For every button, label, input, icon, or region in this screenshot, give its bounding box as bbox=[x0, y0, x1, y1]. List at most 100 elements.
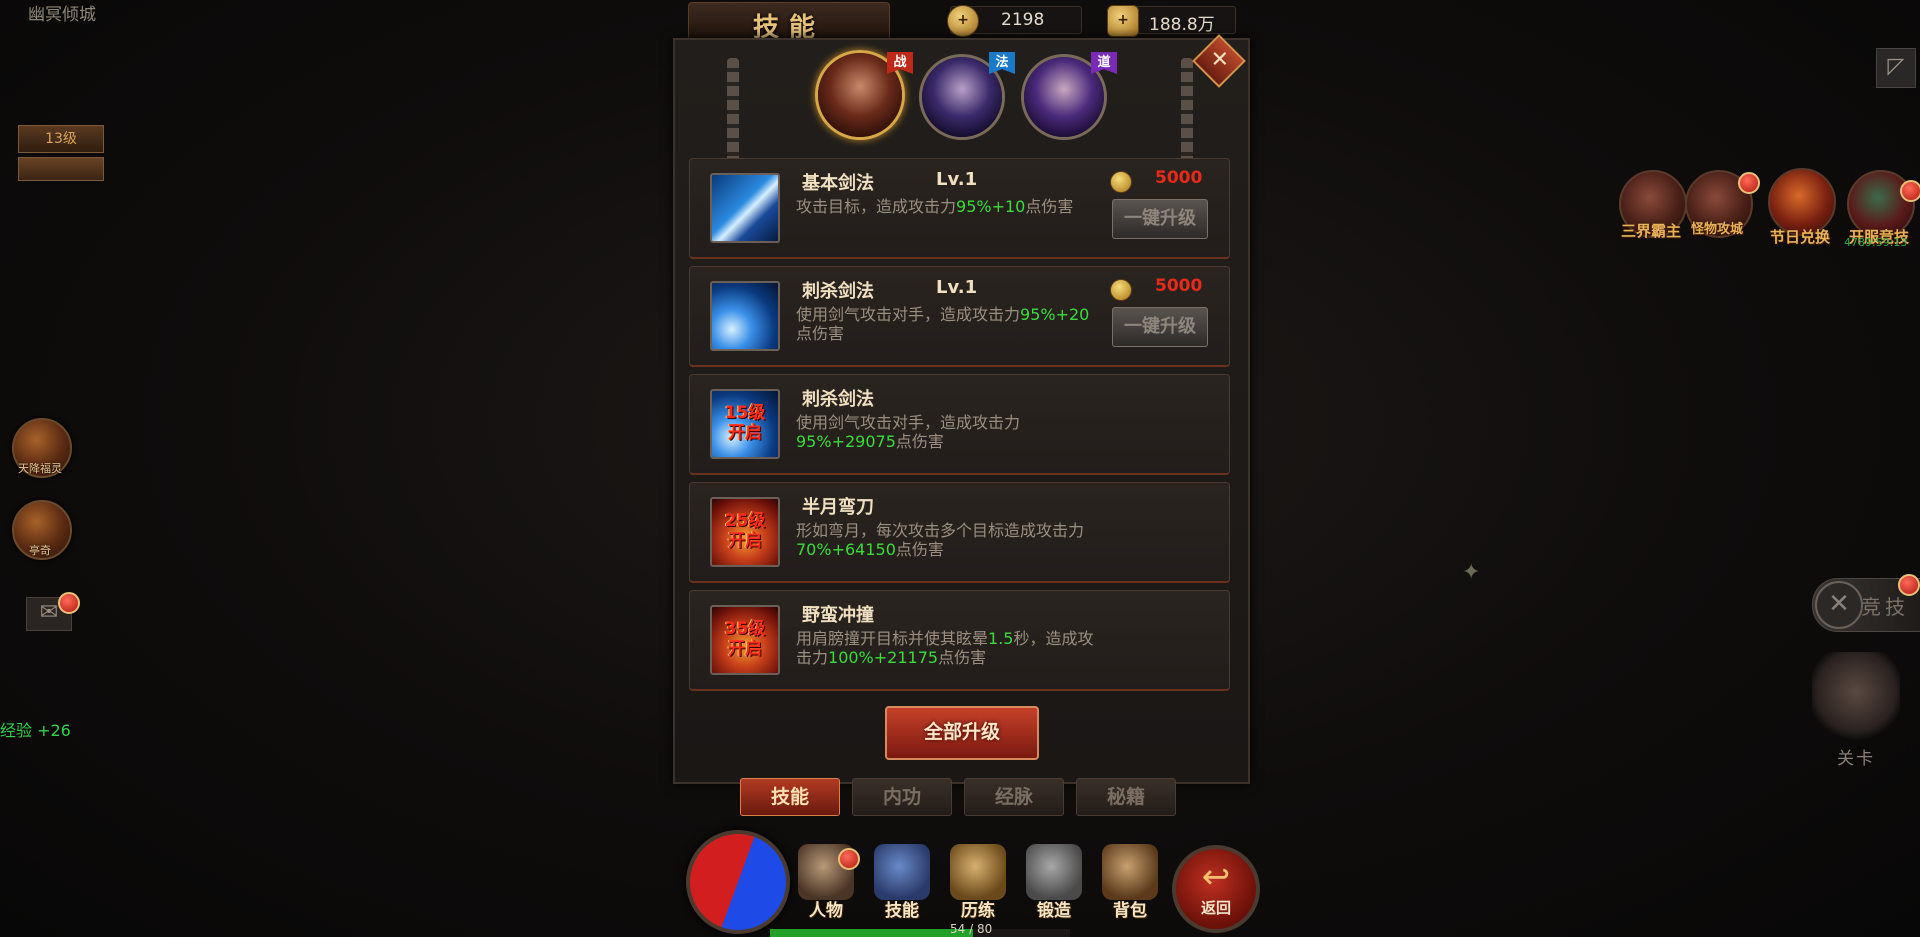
skill-list: 基本剑法 Lv.1 攻击目标，造成攻击力95%+10点伤害 5000 一键升级 … bbox=[689, 158, 1230, 698]
skill-description: 使用剑气攻击对手，造成攻击力95%+20点伤害 bbox=[796, 305, 1090, 343]
gold-ingot-plus-icon: + bbox=[1107, 5, 1139, 37]
half-moon-blade-skill-icon: 25级开启 bbox=[710, 497, 780, 567]
tab-skills[interactable]: 技能 bbox=[740, 778, 840, 816]
sword-skill-icon bbox=[710, 173, 780, 243]
adventure-label: 亭奇 bbox=[29, 544, 51, 557]
zone-name: 幽冥倾城 bbox=[28, 5, 96, 25]
return-arrow-icon: ↩ bbox=[1201, 857, 1231, 897]
skill-panel: 战 法 道 ✕ 基本剑法 Lv.1 攻击目标，造成攻击力95%+10点伤害 50… bbox=[673, 34, 1250, 784]
player-level-panel[interactable]: 13级 bbox=[18, 125, 104, 183]
upgrade-all-button[interactable]: 全部升级 bbox=[885, 706, 1039, 760]
gold-coin-icon bbox=[1110, 171, 1132, 193]
bag-icon bbox=[1102, 844, 1158, 900]
skill-card[interactable]: 刺杀剑法 Lv.1 使用剑气攻击对手，造成攻击力95%+20点伤害 5000 一… bbox=[689, 266, 1230, 367]
menu-bag-label: 背包 bbox=[1113, 901, 1147, 921]
pvp-notification-dot bbox=[1898, 574, 1920, 596]
collapse-arrow-button[interactable]: ◸ bbox=[1876, 48, 1916, 88]
skill-level: Lv.1 bbox=[936, 277, 978, 298]
event-monster-siege-button[interactable]: 怪物攻城 bbox=[1672, 164, 1762, 244]
arrow-icon: ◸ bbox=[1887, 54, 1905, 79]
skill-name: 野蛮冲撞 bbox=[802, 605, 874, 626]
skill-book-icon bbox=[874, 844, 930, 900]
skill-card[interactable]: 25级开启 半月弯刀 形如弯月，每次攻击多个目标造成攻击力70%+64150点伤… bbox=[689, 482, 1230, 583]
skill-card[interactable]: 35级开启 野蛮冲撞 用肩膀撞开目标并使其眩晕1.5秒，造成攻击力100%+21… bbox=[689, 590, 1230, 691]
coin-plus-icon: + bbox=[947, 5, 979, 37]
pvp-label: 竞技 bbox=[1861, 595, 1909, 619]
gold-coin-icon bbox=[1110, 279, 1132, 301]
skill-locked-label: 25级开启 bbox=[724, 511, 766, 551]
stage-label: 关卡 bbox=[1837, 749, 1875, 769]
skill-locked-label: 15级开启 bbox=[724, 403, 766, 443]
character-notification-dot bbox=[838, 848, 860, 870]
xp-bar-fill bbox=[770, 929, 973, 937]
blessing-button[interactable]: 天降福灵 bbox=[12, 418, 72, 478]
menu-skills[interactable]: 技能 bbox=[866, 840, 938, 921]
skill-description: 攻击目标，造成攻击力95%+10点伤害 bbox=[796, 197, 1074, 216]
exp-gain-text: 经验 +26 bbox=[0, 721, 71, 740]
server-arena-timer: 4789:59:13 bbox=[1844, 236, 1908, 249]
skill-description: 形如弯月，每次攻击多个目标造成攻击力70%+64150点伤害 bbox=[796, 521, 1085, 559]
menu-training[interactable]: 历练 bbox=[942, 840, 1014, 921]
player-exp-plate bbox=[18, 157, 104, 181]
adventure-button[interactable]: 亭奇 bbox=[12, 500, 72, 560]
sparkle-icon: ✦ bbox=[1462, 560, 1481, 585]
holiday-exchange-label: 节日兑换 bbox=[1769, 228, 1830, 246]
menu-character-label: 人物 bbox=[809, 901, 843, 921]
armor-icon bbox=[950, 844, 1006, 900]
menu-skills-label: 技能 bbox=[885, 901, 919, 921]
tab-secret-books[interactable]: 秘籍 bbox=[1076, 778, 1176, 816]
skill-card[interactable]: 15级开启 刺杀剑法 使用剑气攻击对手，造成攻击力95%+29075点伤害 bbox=[689, 374, 1230, 475]
event-server-arena-button[interactable]: 开服竞技 4789:59:13 bbox=[1838, 170, 1920, 250]
skill-description: 用肩膀撞开目标并使其眩晕1.5秒，造成攻击力100%+21175点伤害 bbox=[796, 629, 1094, 667]
currency1-value: 2198 bbox=[1001, 10, 1045, 30]
class-portraits: 战 法 道 bbox=[815, 46, 1117, 146]
currency1-box[interactable]: + 2198 bbox=[947, 5, 1082, 37]
back-button[interactable]: ↩ 返回 bbox=[1172, 845, 1260, 933]
hammer-icon bbox=[1026, 844, 1082, 900]
envelope-icon: ✉ bbox=[39, 600, 59, 625]
panel-title-plate: 技能 bbox=[688, 2, 890, 43]
xp-bar bbox=[770, 929, 1070, 937]
back-label: 返回 bbox=[1200, 899, 1231, 917]
demon-skull-icon bbox=[1812, 652, 1900, 740]
xp-text: 54 / 80 bbox=[950, 922, 993, 936]
sword-slash-skill-icon bbox=[710, 281, 780, 351]
skill-tabs: 技能 内功 经脉 秘籍 bbox=[740, 778, 1180, 818]
blessing-label: 天降福灵 bbox=[18, 462, 62, 475]
player-level-label: 13级 bbox=[18, 125, 104, 153]
menu-training-label: 历练 bbox=[961, 901, 995, 921]
skill-level: Lv.1 bbox=[936, 169, 978, 190]
skill-description: 使用剑气攻击对手，造成攻击力95%+29075点伤害 bbox=[796, 413, 1021, 451]
monster-siege-label: 怪物攻城 bbox=[1690, 222, 1743, 237]
skill-name: 刺杀剑法 bbox=[802, 281, 874, 302]
currency2-box[interactable]: + 188.8万 bbox=[1107, 5, 1236, 37]
skill-name: 半月弯刀 bbox=[802, 497, 874, 518]
mail-notification-dot bbox=[58, 592, 80, 614]
server-arena-notification-dot bbox=[1900, 180, 1920, 202]
crossed-swords-icon: ✕ bbox=[1815, 581, 1863, 629]
class-tag-taoist: 道 bbox=[1091, 52, 1117, 74]
skill-locked-label: 35级开启 bbox=[724, 619, 766, 659]
currency2-value: 188.8万 bbox=[1149, 15, 1215, 35]
one-click-upgrade-button[interactable]: 一键升级 bbox=[1112, 307, 1208, 347]
charge-skill-icon: 35级开启 bbox=[710, 605, 780, 675]
one-click-upgrade-button[interactable]: 一键升级 bbox=[1112, 199, 1208, 239]
menu-forge[interactable]: 锻造 bbox=[1018, 840, 1090, 921]
class-tag-mage: 法 bbox=[989, 52, 1015, 74]
close-button[interactable]: ✕ bbox=[1192, 34, 1246, 88]
skill-name: 刺杀剑法 bbox=[802, 389, 874, 410]
stage-button[interactable]: 关卡 bbox=[1806, 652, 1906, 769]
menu-forge-label: 锻造 bbox=[1037, 901, 1071, 921]
menu-character[interactable]: 人物 bbox=[790, 840, 862, 921]
tab-inner-power[interactable]: 内功 bbox=[852, 778, 952, 816]
skill-card[interactable]: 基本剑法 Lv.1 攻击目标，造成攻击力95%+10点伤害 5000 一键升级 bbox=[689, 158, 1230, 259]
close-icon: ✕ bbox=[1210, 47, 1229, 73]
menu-bag[interactable]: 背包 bbox=[1094, 840, 1166, 921]
skill-name: 基本剑法 bbox=[802, 173, 874, 194]
sword-slash-skill-icon: 15级开启 bbox=[710, 389, 780, 459]
top-resource-bar: 技能 + 2198 + 188.8万 bbox=[620, 0, 1300, 43]
event-holiday-exchange-button[interactable]: 节日兑换 bbox=[1755, 168, 1845, 248]
skill-upgrade-cost: 5000 bbox=[1155, 168, 1203, 188]
hp-mp-orb bbox=[686, 830, 790, 934]
tab-meridians[interactable]: 经脉 bbox=[964, 778, 1064, 816]
